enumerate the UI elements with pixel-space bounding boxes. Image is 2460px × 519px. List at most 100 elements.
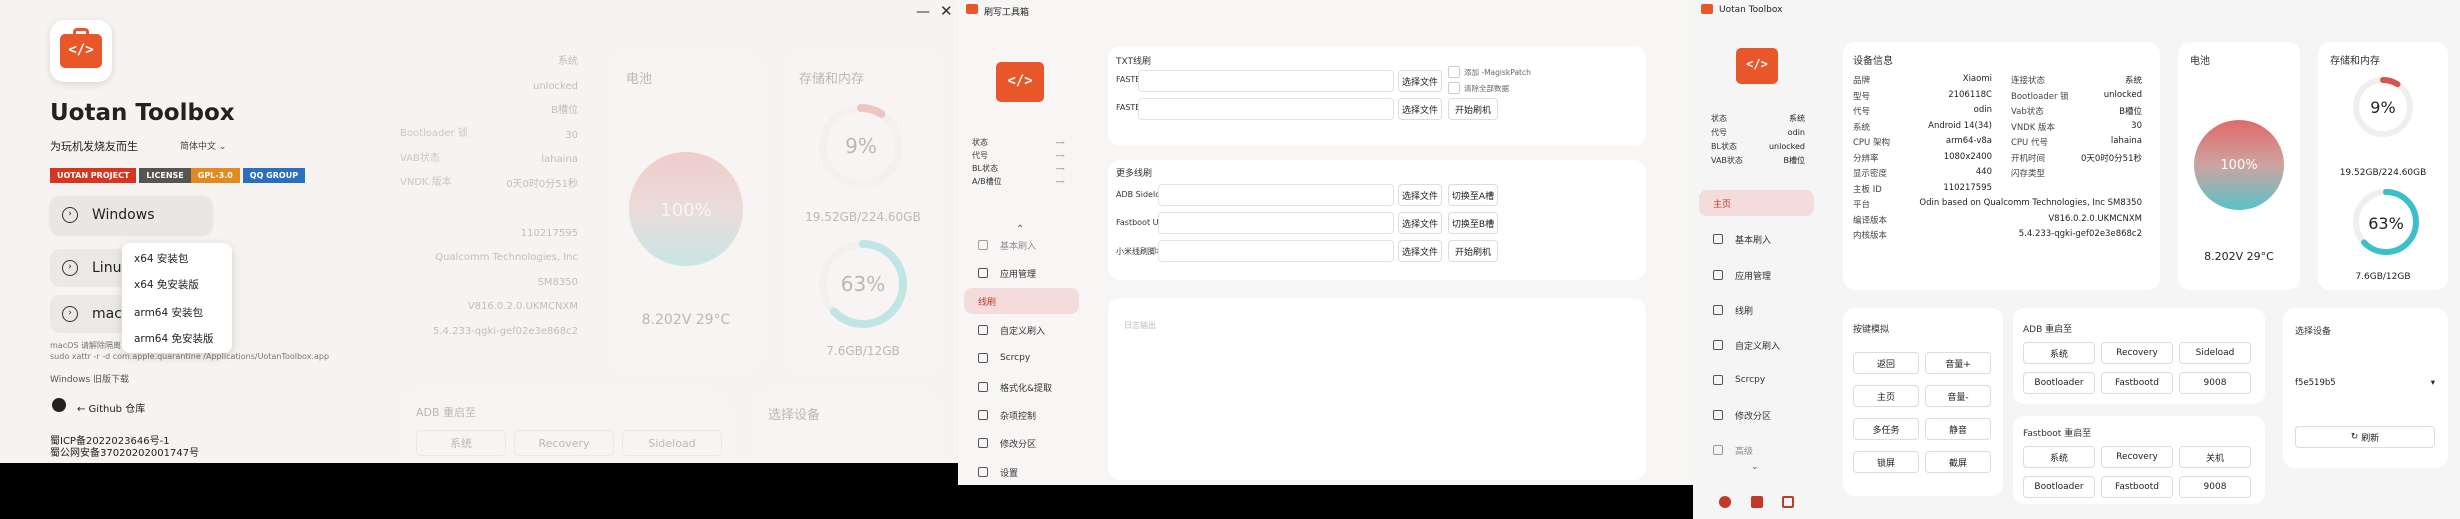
police-record[interactable]: 蜀公网安备37020202001747号: [50, 444, 199, 459]
dropdown-x64-installer[interactable]: x64 安装包: [134, 251, 188, 266]
misc-icon: [978, 410, 988, 420]
nav-advanced[interactable]: 高级: [1699, 437, 1814, 463]
key-button-2[interactable]: 主页: [1853, 385, 1919, 407]
switch-slot-b-button[interactable]: 切换至B槽: [1448, 212, 1498, 234]
reboot-button-3[interactable]: Bootloader: [2023, 372, 2095, 394]
nav-scrcpy[interactable]: Scrcpy: [964, 345, 1079, 371]
nav-partition[interactable]: 修改分区: [1699, 402, 1814, 428]
minimize-icon[interactable]: —: [916, 4, 930, 20]
custom-icon: [978, 325, 988, 335]
updated-select-file-button[interactable]: 选择文件: [1398, 212, 1442, 234]
reboot-button-5[interactable]: 9008: [2179, 476, 2251, 498]
nav-label: 线刷: [978, 297, 997, 308]
nav-basic-flash[interactable]: 基本刷入: [964, 232, 1079, 258]
fastboot-reboot-card: Fastboot 重启至 系统 Recovery 关机 Bootloader Fastb…: [2013, 416, 2265, 504]
flash-icon: [978, 240, 988, 250]
wipe-data-checkbox-label: 清除全部数据: [1464, 84, 1509, 93]
fastboot-file-input[interactable]: [1138, 70, 1394, 92]
nav-settings[interactable]: 设置: [964, 459, 1079, 485]
windows-legacy-link[interactable]: Windows 旧版下载: [50, 372, 129, 385]
fastboot-select-file-button[interactable]: 选择文件: [1398, 70, 1442, 92]
nav-label: 格式化&提取: [1000, 383, 1053, 394]
refresh-button[interactable]: ↻ 刷新: [2295, 426, 2435, 448]
nav-label: 修改分区: [1735, 411, 1772, 422]
image-icon[interactable]: [1751, 496, 1763, 508]
message-icon[interactable]: [1782, 496, 1794, 508]
nav-label: 基本刷入: [1735, 235, 1772, 246]
github-icon[interactable]: [1719, 496, 1731, 508]
log-output[interactable]: 日志输出: [1108, 298, 1646, 480]
nav-basic-flash[interactable]: 基本刷入: [1699, 226, 1814, 252]
partition-icon: [978, 438, 988, 448]
txt-start-flash-button[interactable]: 开始刷机: [1448, 98, 1498, 120]
sideload-select-file-button[interactable]: 选择文件: [1398, 184, 1442, 206]
bl-status-value: unlocked: [1768, 142, 1805, 151]
key-button-1[interactable]: 音量+: [1925, 352, 1991, 374]
key-button-4[interactable]: 多任务: [1853, 418, 1919, 440]
fastbootd-select-file-button[interactable]: 选择文件: [1398, 98, 1442, 120]
windows-button[interactable]: › Windows: [50, 196, 212, 234]
fastboot-updated-input[interactable]: [1158, 212, 1394, 234]
more-start-flash-button[interactable]: 开始刷机: [1448, 240, 1498, 262]
window-title: Uotan Toolbox: [1719, 5, 1783, 15]
nav-misc[interactable]: 杂项控制: [964, 402, 1079, 428]
nav-custom-flash[interactable]: 自定义刷入: [1699, 332, 1814, 358]
reboot-button-1[interactable]: Recovery: [2101, 446, 2173, 468]
key-button-6[interactable]: 锁屏: [1853, 451, 1919, 473]
reboot-button-2[interactable]: 关机: [2179, 446, 2251, 468]
chevron-down-icon[interactable]: ⌄: [1751, 462, 1759, 472]
badge-qq-group[interactable]: QQ GROUP: [242, 168, 306, 183]
nav-format-extract[interactable]: 格式化&提取: [964, 374, 1079, 400]
badge-license[interactable]: LICENSE: [139, 168, 191, 183]
key-button-5[interactable]: 静音: [1925, 418, 1991, 440]
nav-wire-flash[interactable]: 线刷: [964, 288, 1079, 314]
device-info-value: 1080x2400: [1943, 151, 1992, 162]
nav-scrcpy[interactable]: Scrcpy: [1699, 367, 1814, 393]
xiaomi-script-input[interactable]: [1158, 240, 1394, 262]
badge-gpl[interactable]: GPL-3.0: [190, 168, 240, 183]
nav-app-manager[interactable]: 应用管理: [1699, 262, 1814, 288]
reboot-button-2[interactable]: Sideload: [2179, 342, 2251, 364]
lang-select[interactable]: 简体中文 ⌄: [180, 139, 226, 152]
nav-partition[interactable]: 修改分区: [964, 430, 1079, 456]
reboot-button-5[interactable]: 9008: [2179, 372, 2251, 394]
reboot-button-1[interactable]: Recovery: [2101, 342, 2173, 364]
device-info-value: 440: [1975, 167, 1992, 177]
device-select[interactable]: f5e519b5 ▾: [2295, 378, 2435, 396]
close-icon[interactable]: ✕: [940, 2, 953, 20]
magisk-checkbox[interactable]: [1448, 66, 1460, 78]
github-icon[interactable]: [52, 398, 66, 412]
reboot-button-3[interactable]: Bootloader: [2023, 476, 2095, 498]
site-title: Uotan Toolbox: [50, 100, 235, 126]
device-info-value: Odin based on Qualcomm Technologies, Inc…: [1919, 198, 2142, 208]
script-select-file-button[interactable]: 选择文件: [1398, 240, 1442, 262]
bl-status-label: BL状态: [1711, 142, 1737, 151]
dropdown-arm64-portable[interactable]: arm64 免安装版: [134, 331, 214, 346]
chevron-down-icon: ▾: [2430, 378, 2435, 388]
reboot-button-0[interactable]: 系统: [2023, 446, 2095, 468]
key-button-0[interactable]: 返回: [1853, 352, 1919, 374]
device-info-value: 5.4.233-qgki-gef02e3e868c2: [2018, 229, 2142, 239]
adb-sideload-input[interactable]: [1158, 184, 1394, 206]
bg-select-title: 选择设备: [768, 408, 821, 423]
dropdown-arm64-installer[interactable]: arm64 安装包: [134, 305, 203, 320]
badge-uotan-project[interactable]: UOTAN PROJECT: [50, 168, 137, 183]
github-link[interactable]: ← Github 仓库: [77, 400, 145, 415]
dropdown-x64-portable[interactable]: x64 免安装版: [134, 277, 199, 292]
nav-home[interactable]: 主页: [1699, 190, 1814, 216]
nav-app-manager[interactable]: 应用管理: [964, 260, 1079, 286]
nav-custom-flash[interactable]: 自定义刷入: [964, 317, 1079, 343]
reboot-button-4[interactable]: Fastbootd: [2101, 476, 2173, 498]
reboot-button-0[interactable]: 系统: [2023, 342, 2095, 364]
key-button-3[interactable]: 音量-: [1925, 385, 1991, 407]
wipe-data-checkbox[interactable]: [1448, 82, 1460, 94]
status-label: 状态: [972, 138, 988, 147]
device-info-value: unlocked: [2103, 89, 2142, 100]
app-icon: [966, 4, 978, 14]
reboot-button-4[interactable]: Fastbootd: [2101, 372, 2173, 394]
fastbootd-file-input[interactable]: [1138, 98, 1394, 120]
switch-slot-a-button[interactable]: 切换至A槽: [1448, 184, 1498, 206]
status-label: 状态: [1711, 114, 1727, 123]
key-button-7[interactable]: 截屏: [1925, 451, 1991, 473]
nav-wire-flash[interactable]: 线刷: [1699, 297, 1814, 323]
